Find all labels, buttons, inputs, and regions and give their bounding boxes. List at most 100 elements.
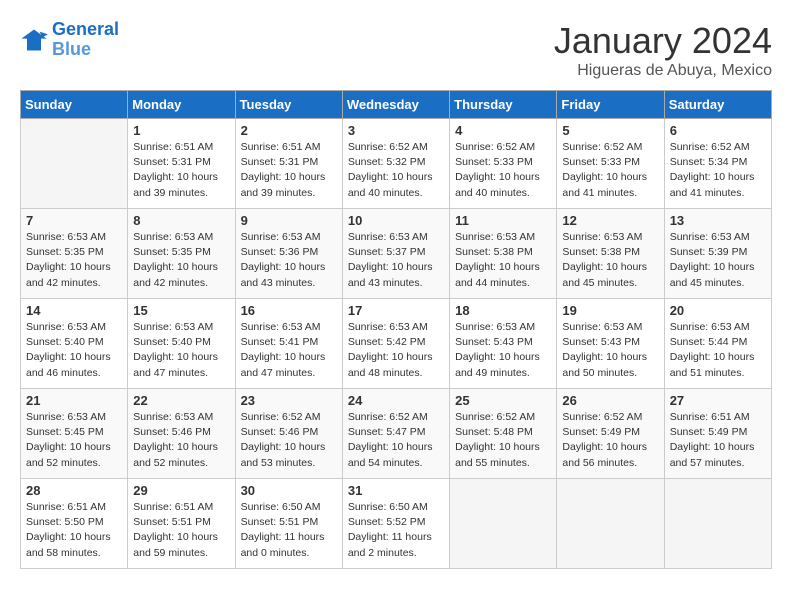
day-number: 15 (133, 303, 229, 318)
calendar-cell: 11 Sunrise: 6:53 AM Sunset: 5:38 PM Dayli… (450, 209, 557, 299)
calendar-week-row: 7 Sunrise: 6:53 AM Sunset: 5:35 PM Daylig… (21, 209, 772, 299)
calendar-cell: 29Sunrise: 6:51 AM Sunset: 5:51 PM Dayli… (128, 479, 235, 569)
day-number: 18 (455, 303, 551, 318)
day-info: Sunrise: 6:51 AM Sunset: 5:31 PM Dayligh… (241, 140, 337, 201)
calendar-week-row: 21 Sunrise: 6:53 AM Sunset: 5:45 PM Dayli… (21, 389, 772, 479)
day-number: 24 (348, 393, 444, 408)
logo-text: GeneralBlue (52, 20, 119, 60)
calendar-cell: 1 Sunrise: 6:51 AM Sunset: 5:31 PM Daylig… (128, 119, 235, 209)
calendar-cell: 9 Sunrise: 6:53 AM Sunset: 5:36 PM Daylig… (235, 209, 342, 299)
day-info: Sunrise: 6:53 AM Sunset: 5:42 PM Dayligh… (348, 320, 444, 381)
day-number: 25 (455, 393, 551, 408)
day-info: Sunrise: 6:53 AM Sunset: 5:45 PM Dayligh… (26, 410, 122, 471)
calendar-cell: 13Sunrise: 6:53 AM Sunset: 5:39 PM Dayli… (664, 209, 771, 299)
day-number: 21 (26, 393, 122, 408)
calendar-cell: 3Sunrise: 6:52 AM Sunset: 5:32 PM Daylig… (342, 119, 449, 209)
day-number: 31 (348, 483, 444, 498)
day-number: 4 (455, 123, 551, 138)
day-info: Sunrise: 6:53 AM Sunset: 5:35 PM Dayligh… (133, 230, 229, 291)
day-number: 23 (241, 393, 337, 408)
calendar-cell: 19 Sunrise: 6:53 AM Sunset: 5:43 PM Dayli… (557, 299, 664, 389)
day-number: 13 (670, 213, 766, 228)
day-info: Sunrise: 6:53 AM Sunset: 5:35 PM Dayligh… (26, 230, 122, 291)
calendar-cell: 31 Sunrise: 6:50 AM Sunset: 5:52 PM Dayli… (342, 479, 449, 569)
day-number: 16 (241, 303, 337, 318)
calendar-cell: 16 Sunrise: 6:53 AM Sunset: 5:41 PM Dayli… (235, 299, 342, 389)
day-info: Sunrise: 6:51 AM Sunset: 5:51 PM Dayligh… (133, 500, 229, 561)
calendar-cell: 5 Sunrise: 6:52 AM Sunset: 5:33 PM Daylig… (557, 119, 664, 209)
day-info: Sunrise: 6:52 AM Sunset: 5:49 PM Dayligh… (562, 410, 658, 471)
day-info: Sunrise: 6:53 AM Sunset: 5:44 PM Dayligh… (670, 320, 766, 381)
day-info: Sunrise: 6:52 AM Sunset: 5:33 PM Dayligh… (562, 140, 658, 201)
day-info: Sunrise: 6:51 AM Sunset: 5:50 PM Dayligh… (26, 500, 122, 561)
day-info: Sunrise: 6:51 AM Sunset: 5:49 PM Dayligh… (670, 410, 766, 471)
calendar-cell: 25Sunrise: 6:52 AM Sunset: 5:48 PM Dayli… (450, 389, 557, 479)
calendar-cell: 24Sunrise: 6:52 AM Sunset: 5:47 PM Dayli… (342, 389, 449, 479)
day-info: Sunrise: 6:53 AM Sunset: 5:41 PM Dayligh… (241, 320, 337, 381)
weekday-header-tuesday: Tuesday (235, 91, 342, 119)
day-number: 14 (26, 303, 122, 318)
calendar-cell: 20Sunrise: 6:53 AM Sunset: 5:44 PM Dayli… (664, 299, 771, 389)
calendar-week-row: 28 Sunrise: 6:51 AM Sunset: 5:50 PM Dayli… (21, 479, 772, 569)
calendar-cell (557, 479, 664, 569)
day-info: Sunrise: 6:53 AM Sunset: 5:46 PM Dayligh… (133, 410, 229, 471)
day-number: 2 (241, 123, 337, 138)
day-info: Sunrise: 6:53 AM Sunset: 5:40 PM Dayligh… (26, 320, 122, 381)
day-number: 28 (26, 483, 122, 498)
day-number: 27 (670, 393, 766, 408)
logo-icon (20, 26, 48, 54)
calendar-cell: 30Sunrise: 6:50 AM Sunset: 5:51 PM Dayli… (235, 479, 342, 569)
weekday-header-friday: Friday (557, 91, 664, 119)
calendar-cell (21, 119, 128, 209)
calendar-cell: 27 Sunrise: 6:51 AM Sunset: 5:49 PM Dayli… (664, 389, 771, 479)
calendar-cell: 6Sunrise: 6:52 AM Sunset: 5:34 PM Daylig… (664, 119, 771, 209)
calendar-cell: 21 Sunrise: 6:53 AM Sunset: 5:45 PM Dayli… (21, 389, 128, 479)
day-info: Sunrise: 6:51 AM Sunset: 5:31 PM Dayligh… (133, 140, 229, 201)
calendar-week-row: 1 Sunrise: 6:51 AM Sunset: 5:31 PM Daylig… (21, 119, 772, 209)
page-header: GeneralBlue January 2024 Higueras de Abu… (20, 20, 772, 80)
weekday-header-sunday: Sunday (21, 91, 128, 119)
calendar-cell: 17 Sunrise: 6:53 AM Sunset: 5:42 PM Dayli… (342, 299, 449, 389)
day-number: 11 (455, 213, 551, 228)
day-info: Sunrise: 6:52 AM Sunset: 5:34 PM Dayligh… (670, 140, 766, 201)
location: Higueras de Abuya, Mexico (554, 62, 772, 80)
calendar-cell: 2 Sunrise: 6:51 AM Sunset: 5:31 PM Daylig… (235, 119, 342, 209)
weekday-header-monday: Monday (128, 91, 235, 119)
title-block: January 2024 Higueras de Abuya, Mexico (554, 20, 772, 80)
day-info: Sunrise: 6:53 AM Sunset: 5:36 PM Dayligh… (241, 230, 337, 291)
calendar-cell: 7 Sunrise: 6:53 AM Sunset: 5:35 PM Daylig… (21, 209, 128, 299)
calendar-cell: 12 Sunrise: 6:53 AM Sunset: 5:38 PM Dayli… (557, 209, 664, 299)
calendar-table: SundayMondayTuesdayWednesdayThursdayFrid… (20, 90, 772, 569)
day-info: Sunrise: 6:53 AM Sunset: 5:43 PM Dayligh… (455, 320, 551, 381)
calendar-cell: 26 Sunrise: 6:52 AM Sunset: 5:49 PM Dayli… (557, 389, 664, 479)
calendar-cell: 10 Sunrise: 6:53 AM Sunset: 5:37 PM Dayli… (342, 209, 449, 299)
day-number: 26 (562, 393, 658, 408)
calendar-cell: 8Sunrise: 6:53 AM Sunset: 5:35 PM Daylig… (128, 209, 235, 299)
day-number: 5 (562, 123, 658, 138)
day-number: 19 (562, 303, 658, 318)
weekday-header-saturday: Saturday (664, 91, 771, 119)
day-info: Sunrise: 6:50 AM Sunset: 5:52 PM Dayligh… (348, 500, 444, 561)
day-info: Sunrise: 6:52 AM Sunset: 5:33 PM Dayligh… (455, 140, 551, 201)
month-title: January 2024 (554, 20, 772, 62)
calendar-cell: 15Sunrise: 6:53 AM Sunset: 5:40 PM Dayli… (128, 299, 235, 389)
day-number: 30 (241, 483, 337, 498)
day-info: Sunrise: 6:53 AM Sunset: 5:38 PM Dayligh… (562, 230, 658, 291)
calendar-cell (450, 479, 557, 569)
calendar-cell: 22 Sunrise: 6:53 AM Sunset: 5:46 PM Dayli… (128, 389, 235, 479)
weekday-header-wednesday: Wednesday (342, 91, 449, 119)
day-info: Sunrise: 6:53 AM Sunset: 5:43 PM Dayligh… (562, 320, 658, 381)
day-info: Sunrise: 6:53 AM Sunset: 5:37 PM Dayligh… (348, 230, 444, 291)
weekday-header-row: SundayMondayTuesdayWednesdayThursdayFrid… (21, 91, 772, 119)
day-number: 12 (562, 213, 658, 228)
day-number: 7 (26, 213, 122, 228)
calendar-week-row: 14 Sunrise: 6:53 AM Sunset: 5:40 PM Dayli… (21, 299, 772, 389)
day-number: 17 (348, 303, 444, 318)
day-number: 10 (348, 213, 444, 228)
calendar-cell: 4 Sunrise: 6:52 AM Sunset: 5:33 PM Daylig… (450, 119, 557, 209)
day-number: 9 (241, 213, 337, 228)
day-number: 1 (133, 123, 229, 138)
day-number: 22 (133, 393, 229, 408)
weekday-header-thursday: Thursday (450, 91, 557, 119)
day-info: Sunrise: 6:53 AM Sunset: 5:38 PM Dayligh… (455, 230, 551, 291)
